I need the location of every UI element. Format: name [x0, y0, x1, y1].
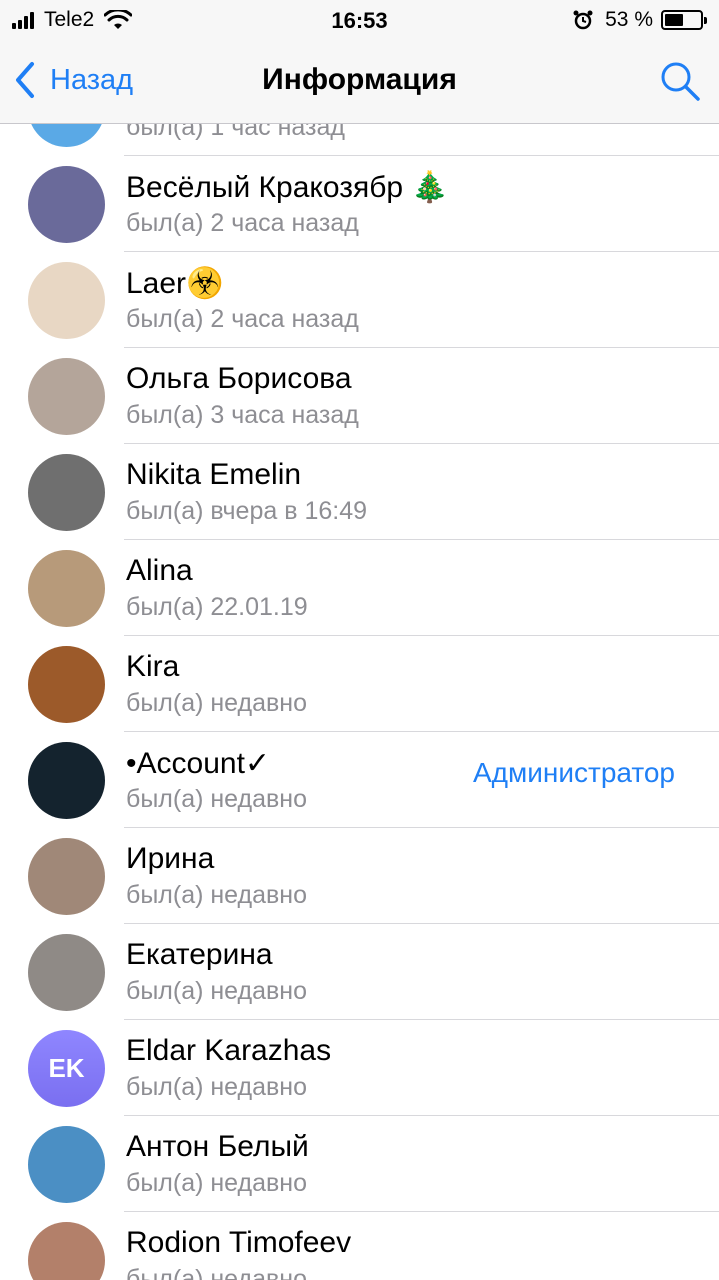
member-name: Ирина: [126, 842, 215, 875]
member-last-seen: был(а) 22.01.19: [126, 593, 308, 621]
member-name: Nikita Emelin: [126, 458, 302, 491]
member-row[interactable]: Весёлый Кракозябр 🎄 был(а) 2 часа назад: [0, 156, 719, 252]
battery-fill: [665, 14, 684, 26]
battery-icon: [661, 10, 707, 30]
navigation-bar: Назад Информация: [0, 40, 719, 124]
member-name: Антон Белый: [126, 1130, 309, 1163]
member-row[interactable]: Rodion Timofeev был(а) недавно: [0, 1212, 719, 1280]
member-name: Ольга Борисова: [126, 362, 352, 395]
avatar[interactable]: [28, 934, 105, 1011]
member-name: Rodion Timofeev: [126, 1226, 352, 1259]
member-role-badge: Администратор: [472, 757, 675, 788]
avatar[interactable]: [28, 742, 105, 819]
page-title: Информация: [262, 63, 457, 96]
avatar[interactable]: EK: [28, 1030, 105, 1107]
member-last-seen: был(а) недавно: [126, 785, 308, 813]
avatar[interactable]: [28, 550, 105, 627]
status-bar: Tele2 16:53 53 %: [0, 0, 719, 40]
member-last-seen: был(а) недавно: [126, 1073, 308, 1101]
status-right: 53 %: [573, 8, 707, 32]
member-last-seen: был(а) недавно: [126, 977, 308, 1005]
member-name: Alina: [126, 554, 193, 587]
member-last-seen: был(а) недавно: [126, 1169, 308, 1197]
member-last-seen: был(а) 2 часа назад: [126, 209, 359, 237]
avatar[interactable]: [28, 1222, 105, 1280]
member-last-seen: был(а) недавно: [126, 689, 308, 717]
member-name: •Account✓: [126, 747, 271, 780]
member-row[interactable]: Alina был(а) 22.01.19: [0, 540, 719, 636]
member-last-seen: был(а) 2 часа назад: [126, 305, 359, 333]
alarm-icon: [573, 10, 593, 30]
search-icon[interactable]: [659, 60, 701, 102]
member-row[interactable]: Ирина был(а) недавно: [0, 828, 719, 924]
member-list[interactable]: был(а) 1 час назад Весёлый Кракозябр 🎄 был…: [0, 60, 719, 1280]
member-last-seen: был(а) вчера в 16:49: [126, 497, 368, 525]
member-name: Kira: [126, 650, 180, 683]
avatar[interactable]: [28, 838, 105, 915]
avatar[interactable]: [28, 1126, 105, 1203]
avatar[interactable]: [28, 454, 105, 531]
member-name: Eldar Karazhas: [126, 1034, 332, 1067]
member-row[interactable]: •Account✓ был(а) недавно Администратор: [0, 732, 719, 828]
avatar[interactable]: [28, 646, 105, 723]
member-row[interactable]: Nikita Emelin был(а) вчера в 16:49: [0, 444, 719, 540]
avatar[interactable]: [28, 166, 105, 243]
member-last-seen: был(а) недавно: [126, 881, 308, 909]
member-last-seen: был(а) 3 часа назад: [126, 401, 359, 429]
battery-percentage: 53 %: [605, 8, 653, 31]
member-row[interactable]: Екатерина был(а) недавно: [0, 924, 719, 1020]
member-row[interactable]: Laer☣️ был(а) 2 часа назад: [0, 252, 719, 348]
avatar[interactable]: [28, 358, 105, 435]
member-name: Екатерина: [126, 938, 273, 971]
member-last-seen: был(а) недавно: [126, 1265, 308, 1280]
member-name: Весёлый Кракозябр 🎄: [126, 171, 449, 204]
member-row[interactable]: Kira был(а) недавно: [0, 636, 719, 732]
member-name: Laer☣️: [126, 267, 224, 300]
member-row[interactable]: EK Eldar Karazhas был(а) недавно: [0, 1020, 719, 1116]
avatar[interactable]: [28, 262, 105, 339]
member-row[interactable]: Антон Белый был(а) недавно: [0, 1116, 719, 1212]
member-row[interactable]: Ольга Борисова был(а) 3 часа назад: [0, 348, 719, 444]
avatar-initials: EK: [48, 1053, 85, 1083]
